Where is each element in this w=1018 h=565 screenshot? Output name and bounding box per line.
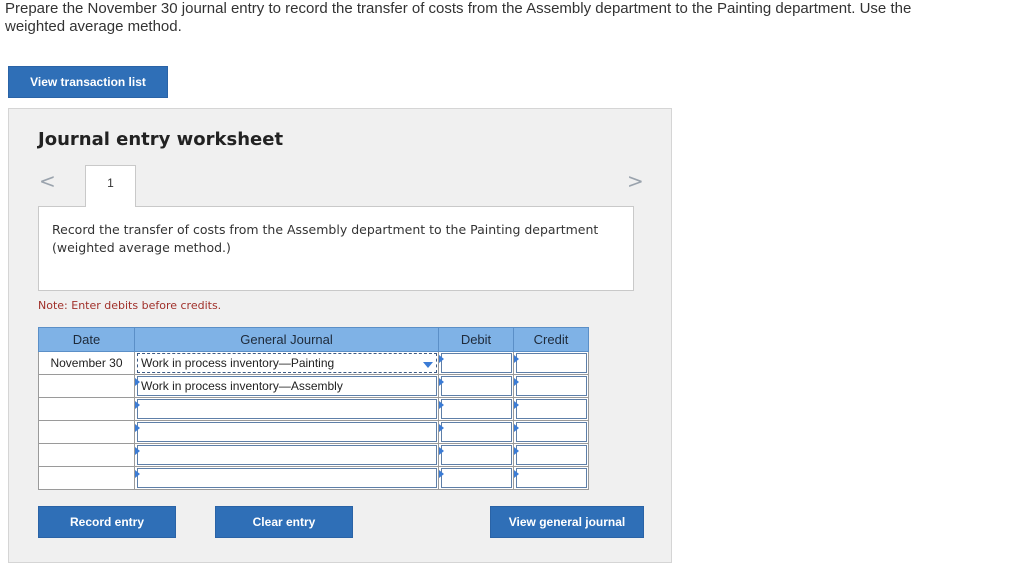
credit-input[interactable] — [516, 468, 587, 488]
input-marker-icon — [514, 355, 519, 363]
credit-input[interactable] — [516, 422, 587, 442]
debit-cell — [438, 351, 514, 375]
input-marker-icon — [439, 355, 444, 363]
debit-cell — [438, 443, 514, 467]
account-select[interactable] — [137, 399, 437, 419]
view-transaction-list-button[interactable]: View transaction list — [8, 66, 168, 98]
account-cell: Work in process inventory—Painting — [134, 351, 439, 375]
worksheet-title: Journal entry worksheet — [38, 129, 284, 150]
debit-input[interactable] — [441, 422, 512, 442]
input-marker-icon — [135, 470, 140, 478]
header-general-journal: General Journal — [134, 327, 439, 352]
general-journal-table: Date General Journal Debit Credit Novemb… — [38, 327, 589, 490]
dropdown-arrow-icon[interactable] — [423, 362, 433, 368]
header-credit: Credit — [513, 327, 589, 352]
table-row — [38, 397, 589, 421]
header-debit: Debit — [438, 327, 514, 352]
instructions-text: Prepare the November 30 journal entry to… — [5, 0, 912, 35]
table-row: November 30 Work in process inventory—Pa… — [38, 351, 589, 375]
date-cell: November 30 — [38, 351, 135, 375]
account-cell — [134, 466, 439, 490]
input-marker-icon — [439, 447, 444, 455]
credit-cell — [513, 466, 589, 490]
credit-input[interactable] — [516, 399, 587, 419]
account-cell — [134, 443, 439, 467]
tab-entry-1[interactable]: 1 — [85, 165, 136, 207]
entry-description: Record the transfer of costs from the As… — [38, 206, 634, 291]
entry-description-text: Record the transfer of costs from the As… — [52, 222, 599, 255]
view-general-journal-button[interactable]: View general journal — [490, 506, 644, 538]
input-marker-icon — [439, 378, 444, 386]
input-marker-icon — [135, 401, 140, 409]
date-cell — [38, 443, 135, 467]
debit-cell — [438, 374, 514, 398]
note-text: Note: Enter debits before credits. — [38, 299, 222, 312]
table-row: Work in process inventory—Assembly — [38, 374, 589, 398]
record-entry-button[interactable]: Record entry — [38, 506, 176, 538]
date-cell — [38, 397, 135, 421]
credit-cell — [513, 397, 589, 421]
input-marker-icon — [514, 470, 519, 478]
input-marker-icon — [514, 424, 519, 432]
account-cell: Work in process inventory—Assembly — [134, 374, 439, 398]
chevron-right-icon[interactable]: > — [627, 171, 644, 191]
input-marker-icon — [514, 378, 519, 386]
debit-input[interactable] — [441, 399, 512, 419]
account-value: Work in process inventory—Painting — [141, 356, 335, 370]
clear-entry-button[interactable]: Clear entry — [215, 506, 353, 538]
input-marker-icon — [439, 401, 444, 409]
credit-input[interactable] — [516, 445, 587, 465]
credit-input[interactable] — [516, 353, 587, 373]
credit-cell — [513, 351, 589, 375]
credit-cell — [513, 420, 589, 444]
table-header-row: Date General Journal Debit Credit — [38, 327, 589, 352]
account-cell — [134, 397, 439, 421]
header-date: Date — [38, 327, 135, 352]
account-value: Work in process inventory—Assembly — [141, 379, 343, 393]
journal-entry-worksheet-panel: Journal entry worksheet < > 1 Record the… — [8, 108, 672, 563]
input-marker-icon — [135, 447, 140, 455]
date-cell — [38, 374, 135, 398]
debit-input[interactable] — [441, 376, 512, 396]
debit-cell — [438, 420, 514, 444]
account-select[interactable] — [137, 468, 437, 488]
debit-input[interactable] — [441, 468, 512, 488]
credit-cell — [513, 374, 589, 398]
credit-cell — [513, 443, 589, 467]
input-marker-icon — [439, 470, 444, 478]
table-row — [38, 443, 589, 467]
debit-input[interactable] — [441, 353, 512, 373]
table-row — [38, 420, 589, 444]
account-cell — [134, 420, 439, 444]
account-select[interactable] — [137, 422, 437, 442]
account-select[interactable]: Work in process inventory—Painting — [137, 353, 437, 373]
input-marker-icon — [135, 424, 140, 432]
input-marker-icon — [439, 424, 444, 432]
input-marker-icon — [514, 401, 519, 409]
date-cell — [38, 466, 135, 490]
date-cell — [38, 420, 135, 444]
table-row — [38, 466, 589, 490]
credit-input[interactable] — [516, 376, 587, 396]
chevron-left-icon[interactable]: < — [39, 171, 56, 191]
input-marker-icon — [514, 447, 519, 455]
account-select[interactable] — [137, 445, 437, 465]
input-marker-icon — [135, 378, 140, 386]
account-select[interactable]: Work in process inventory—Assembly — [137, 376, 437, 396]
debit-input[interactable] — [441, 445, 512, 465]
debit-cell — [438, 397, 514, 421]
debit-cell — [438, 466, 514, 490]
